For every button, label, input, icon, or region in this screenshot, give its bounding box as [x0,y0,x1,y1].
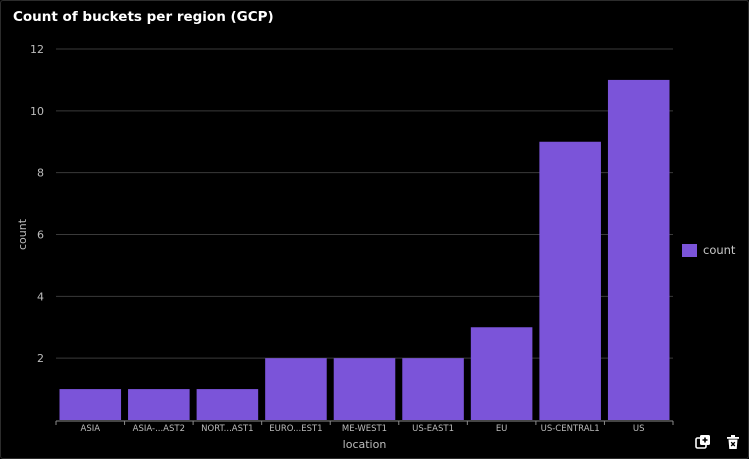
y-tick-label: 2 [37,352,44,365]
bar[interactable] [607,79,670,421]
legend-label: count [703,243,736,257]
y-tick-label: 4 [37,290,44,303]
bar[interactable] [470,327,533,420]
bar[interactable] [128,389,190,420]
legend[interactable]: count [682,243,735,257]
x-tick-label: US [633,424,645,434]
bar-chart: 2 4 6 8 10 12 ASIA ASIA-...AST2 NORT...AST1 EURO.… [16,43,674,451]
clone-panel-icon[interactable] [692,431,714,453]
x-tick-label: US-EAST1 [412,424,454,434]
x-tick-label: NORT...AST1 [201,424,253,434]
legend-swatch [682,243,697,257]
x-axis-title: location [343,438,387,451]
bar[interactable] [59,389,122,420]
bar[interactable] [265,358,327,420]
trash-icon[interactable] [722,431,744,453]
x-tick-label: ME-WEST1 [342,424,387,434]
y-axis-title: count [16,218,29,250]
x-tick-label: EURO...EST1 [269,424,322,434]
chart-panel: Count of buckets per region (GCP) 2 4 6 8 10… [0,0,749,459]
x-tick-label: ASIA-...AST2 [133,424,185,434]
y-tick-label: 6 [37,229,44,242]
x-tick-label: US-CENTRAL1 [541,424,600,434]
bar[interactable] [402,358,464,420]
panel-tools [684,426,748,458]
bar-series [59,79,670,421]
x-tick-label: EU [496,424,508,434]
y-tick-label: 8 [37,167,44,180]
y-tick-label: 10 [30,105,44,118]
bar[interactable] [196,389,259,420]
y-tick-label: 12 [30,43,44,56]
bar[interactable] [333,358,396,420]
x-tick-label: ASIA [81,424,101,434]
bar[interactable] [539,141,601,420]
